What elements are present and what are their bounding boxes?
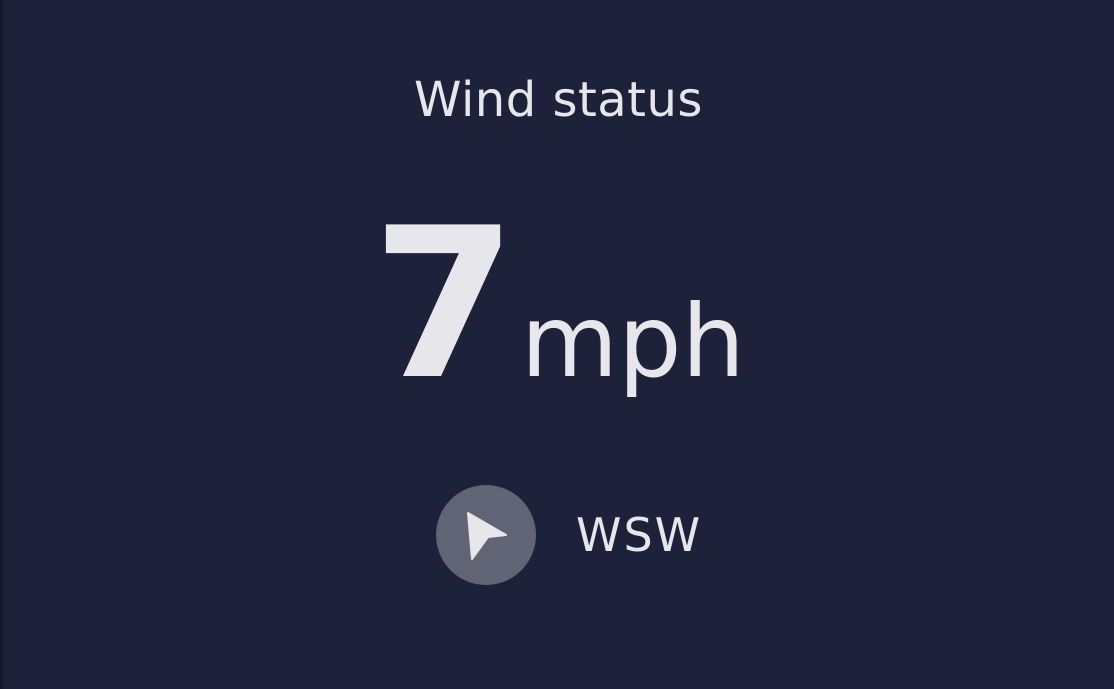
card-title: Wind status — [414, 72, 703, 128]
wind-direction: WSW — [436, 485, 702, 585]
wind-speed-value: 7 — [371, 184, 517, 426]
wind-speed-unit: mph — [520, 283, 745, 400]
compass-badge — [436, 485, 536, 585]
navigation-arrow-icon — [467, 512, 507, 560]
wind-status-card: Wind status 7mph WSW — [3, 0, 1114, 689]
wind-speed: 7mph — [3, 201, 1114, 442]
wind-direction-label: WSW — [576, 508, 703, 562]
